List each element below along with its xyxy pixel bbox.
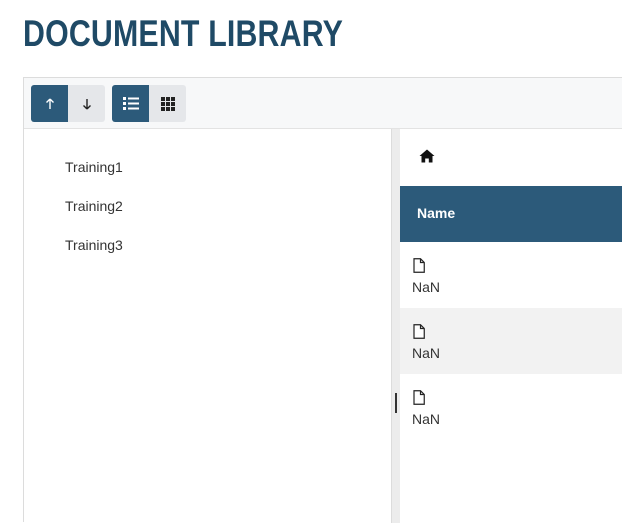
- page-title: DOCUMENT LIBRARY: [23, 13, 344, 54]
- table-row[interactable]: NaN: [400, 308, 622, 374]
- table-row[interactable]: NaN: [400, 242, 622, 308]
- file-icon: [413, 258, 425, 273]
- grid-header: Name: [400, 186, 622, 242]
- list-icon: [122, 97, 139, 110]
- sort-descending-button[interactable]: [68, 85, 105, 122]
- list-view-button[interactable]: [112, 85, 149, 122]
- file-name: NaN: [412, 411, 441, 427]
- file-icon: [413, 390, 425, 405]
- splitter-handle[interactable]: [395, 393, 397, 413]
- column-header-name[interactable]: Name: [417, 205, 455, 221]
- folder-tree: Training1 Training2 Training3: [24, 129, 392, 523]
- tree-item-training1[interactable]: Training1: [65, 159, 123, 175]
- table-row[interactable]: NaN: [400, 374, 622, 440]
- tree-item-training2[interactable]: Training2: [65, 198, 123, 214]
- home-icon[interactable]: [419, 149, 435, 163]
- pane-splitter[interactable]: [392, 129, 400, 523]
- arrow-down-icon: [82, 98, 91, 109]
- file-icon: [413, 324, 425, 339]
- document-library-panel: Training1 Training2 Training3 Name NaN N…: [23, 77, 622, 523]
- file-name: NaN: [412, 345, 441, 361]
- breadcrumb[interactable]: [419, 149, 437, 167]
- grid-icon: [160, 96, 175, 111]
- sort-ascending-button[interactable]: [31, 85, 68, 122]
- file-list-pane: Name NaN NaN NaN: [400, 129, 622, 523]
- arrow-up-icon: [45, 98, 54, 109]
- toolbar: [24, 78, 622, 129]
- grid-view-button[interactable]: [149, 85, 186, 122]
- tree-item-training3[interactable]: Training3: [65, 237, 123, 253]
- file-name: NaN: [412, 279, 441, 295]
